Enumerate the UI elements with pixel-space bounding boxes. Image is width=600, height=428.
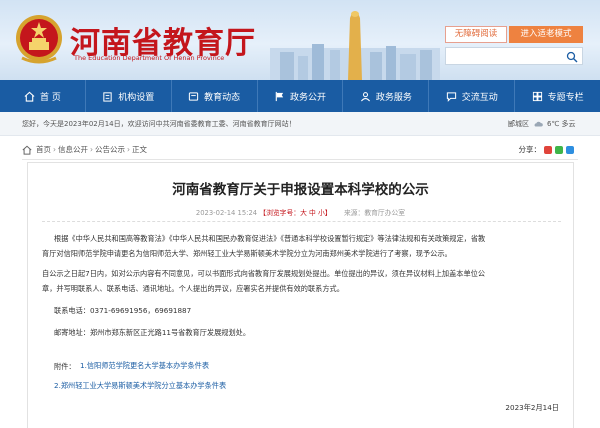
nav-item-news[interactable]: 教育动态: [172, 80, 258, 112]
nav-item-label: 首 页: [39, 92, 61, 103]
main-nav: 首 页 机构设置 教育动态 政务公开 政务服务 交流互动 专题专栏: [0, 80, 600, 112]
nav-item-home[interactable]: 首 页: [0, 80, 86, 112]
paragraph: 育厅对信阳师范学院申请更名为信阳师范大学、郑州轻工业大学易斯顿美术学院分立为河南…: [42, 249, 452, 258]
news-icon: [189, 91, 199, 101]
paragraph: 自公示之日起7日内，如对公示内容有不同意见，可以书面形式向省教育厅发展规划处提出…: [42, 269, 486, 278]
home-icon: [22, 145, 32, 155]
qq-icon[interactable]: [566, 145, 574, 154]
article-source: 来源：教育厅办公室: [343, 209, 406, 217]
city-label: 郾城区: [508, 120, 529, 128]
nav-item-label: 政务公开: [290, 92, 327, 103]
mailing-address: 邮寄地址：郑州市郑东新区正光路11号省教育厅发展规划处。: [54, 328, 251, 337]
nav-item-label: 专题专栏: [547, 92, 584, 103]
building-icon: [103, 91, 112, 102]
weather-text: 6℃ 多云: [547, 120, 576, 128]
nav-item-topics[interactable]: 专题专栏: [515, 80, 600, 112]
wechat-icon[interactable]: [555, 145, 563, 154]
topic-icon: [532, 91, 542, 101]
weibo-icon[interactable]: [544, 145, 552, 154]
publish-date: 2023-02-14 15:24: [195, 209, 258, 217]
share-label: 分享：: [518, 145, 542, 154]
nav-item-services[interactable]: 政务服务: [343, 80, 430, 112]
font-size-switcher[interactable]: 【浏览字号：大 中 小】: [259, 209, 331, 217]
search-icon[interactable]: [566, 51, 578, 63]
cloud-icon: [534, 121, 543, 127]
flag-icon: [275, 91, 284, 101]
chat-icon: [446, 91, 456, 102]
paragraph: 根据《中华人民共和国高等教育法》《中华人民共和国民办教育促进法》《普通本科学校设…: [54, 234, 486, 243]
sign-date: 2023年2月14日: [505, 403, 559, 412]
nav-item-interaction[interactable]: 交流互动: [429, 80, 516, 112]
city-skyline-image: [270, 11, 440, 80]
article-meta: 2023-02-14 15:24 【浏览字号：大 中 小】 来源：教育厅办公室: [28, 207, 573, 217]
nav-item-government-affairs[interactable]: 政务公开: [258, 80, 344, 112]
site-header: 河南省教育厅 The Education Department Of Henan…: [0, 0, 600, 80]
national-emblem-icon: [16, 15, 62, 64]
greeting-text: 您好，今天是2023年02月14日，欢迎访问中共河南省委教育工委、河南省教育厅网…: [22, 120, 296, 128]
weather-widget: 郾城区 6℃ 多云: [508, 119, 576, 129]
info-strip: 您好，今天是2023年02月14日，欢迎访问中共河南省委教育工委、河南省教育厅网…: [0, 112, 600, 136]
nav-item-label: 机构设置: [118, 92, 155, 103]
breadcrumb-current: 正文: [132, 145, 147, 154]
site-subtitle: The Education Department Of Henan Provin…: [74, 54, 225, 62]
home-icon: [24, 91, 35, 102]
breadcrumb-info-disclosure[interactable]: 信息公开: [58, 144, 88, 155]
breadcrumb-announcements[interactable]: 公告公示: [95, 144, 125, 155]
breadcrumb-separator: ›: [53, 145, 56, 154]
divider: [42, 221, 561, 222]
nav-item-organization[interactable]: 机构设置: [86, 80, 172, 112]
breadcrumb-separator: ›: [127, 145, 130, 154]
service-icon: [360, 91, 370, 101]
nav-item-label: 交流互动: [461, 92, 498, 103]
contact-phone: 联系电话：0371-69691956，69691887: [54, 306, 192, 315]
search-input[interactable]: [445, 47, 583, 65]
nav-item-label: 教育动态: [204, 92, 241, 103]
article-container: 河南省教育厅关于申报设置本科学校的公示 2023-02-14 15:24 【浏览…: [27, 162, 574, 428]
breadcrumb: 首页 › 信息公开 › 公告公示 › 正文 分享：: [22, 140, 578, 160]
share-bar: 分享：: [518, 144, 574, 155]
accessibility-reading-button[interactable]: 无障碍阅读: [445, 26, 507, 43]
paragraph: 章，并写明联系人、联系电话、通讯地址。个人提出的异议，应署实名并提供有效的联系方…: [42, 284, 344, 293]
breadcrumb-home[interactable]: 首页: [36, 144, 51, 155]
breadcrumb-separator: ›: [90, 145, 93, 154]
article-title: 河南省教育厅关于申报设置本科学校的公示: [172, 182, 429, 198]
nav-item-label: 政务服务: [375, 92, 412, 103]
attachment-link-1[interactable]: 1.信阳师范学院更名大学基本办学条件表: [80, 361, 209, 371]
attachment-link-2[interactable]: 2.郑州轻工业大学易斯顿美术学院分立基本办学条件表: [54, 381, 226, 391]
elder-mode-button[interactable]: 进入适老模式: [509, 26, 583, 43]
